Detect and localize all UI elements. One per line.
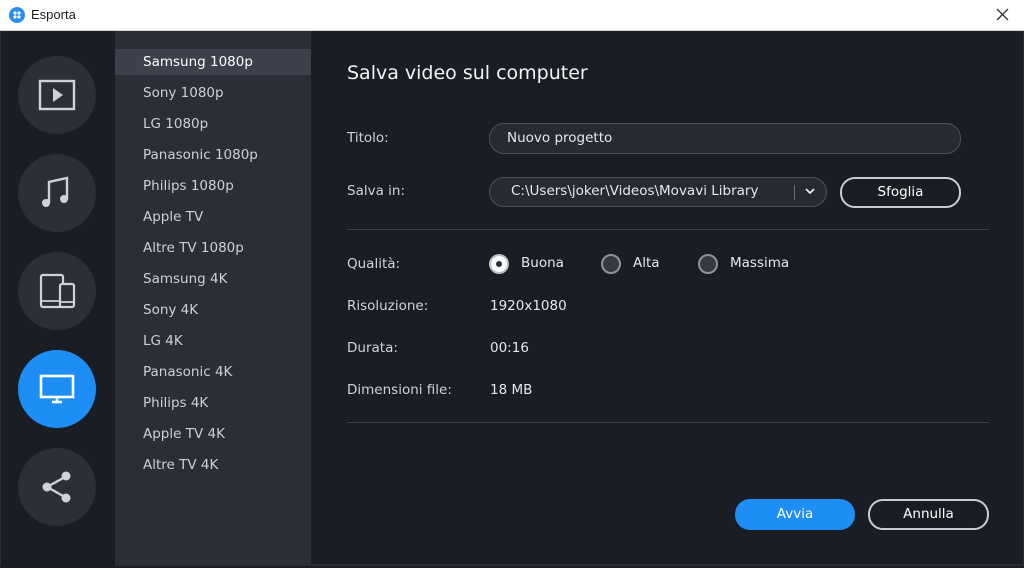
duration-label: Durata:	[347, 340, 398, 356]
save-location-dropdown[interactable]: C:\Users\joker\Videos\Movavi Library	[489, 177, 827, 207]
play-video-icon	[38, 79, 76, 111]
browse-button[interactable]: Sfoglia	[840, 177, 961, 208]
save-path-value: C:\Users\joker\Videos\Movavi Library	[511, 183, 759, 199]
preset-item-altre-tv-4k[interactable]: Altre TV 4K	[115, 452, 311, 478]
filesize-label: Dimensioni file:	[347, 382, 452, 398]
preset-list: Samsung 1080p Sony 1080p LG 1080p Panaso…	[115, 31, 311, 566]
rail-button-audio[interactable]	[18, 154, 96, 232]
save-settings-panel: Salva video sul computer Titolo: Nuovo p…	[311, 31, 1023, 566]
dropdown-separator	[794, 185, 795, 200]
close-window-button[interactable]	[990, 3, 1016, 27]
category-rail	[1, 31, 115, 566]
divider	[347, 422, 989, 423]
preset-item-sony-4k[interactable]: Sony 4K	[115, 297, 311, 323]
rail-button-tv[interactable]	[18, 350, 96, 428]
preset-item-lg-4k[interactable]: LG 4K	[115, 328, 311, 354]
resolution-value: 1920x1080	[490, 298, 567, 314]
rail-button-share[interactable]	[18, 448, 96, 526]
title-bar: Esporta	[0, 0, 1024, 31]
app-logo-icon	[9, 7, 25, 23]
preset-item-panasonic-1080p[interactable]: Panasonic 1080p	[115, 142, 311, 168]
start-button[interactable]: Avvia	[735, 499, 855, 530]
quality-label: Qualità:	[347, 256, 401, 272]
duration-value: 00:16	[490, 340, 529, 356]
preset-item-altre-tv-1080p[interactable]: Altre TV 1080p	[115, 235, 311, 261]
share-icon	[42, 471, 71, 503]
preset-item-philips-4k[interactable]: Philips 4K	[115, 390, 311, 416]
cancel-button[interactable]: Annulla	[868, 499, 989, 530]
quality-option-label: Buona	[521, 255, 564, 271]
preset-item-samsung-4k[interactable]: Samsung 4K	[115, 266, 311, 292]
quality-option-label: Massima	[730, 255, 790, 271]
tablet-phone-icon	[39, 273, 76, 309]
title-input[interactable]: Nuovo progetto	[489, 123, 961, 154]
preset-item-apple-tv[interactable]: Apple TV	[115, 204, 311, 230]
radio-circle	[489, 254, 509, 274]
preset-item-sony-1080p[interactable]: Sony 1080p	[115, 80, 311, 106]
monitor-icon	[39, 374, 75, 404]
preset-item-panasonic-4k[interactable]: Panasonic 4K	[115, 359, 311, 385]
window-title: Esporta	[31, 7, 76, 22]
export-dialog: Samsung 1080p Sony 1080p LG 1080p Panaso…	[0, 31, 1024, 566]
filesize-value: 18 MB	[490, 382, 533, 398]
page-title: Salva video sul computer	[347, 62, 588, 84]
quality-option-label: Alta	[633, 255, 660, 271]
preset-item-apple-tv-4k[interactable]: Apple TV 4K	[115, 421, 311, 447]
preset-item-samsung-1080p[interactable]: Samsung 1080p	[115, 49, 311, 75]
music-note-icon	[42, 176, 69, 207]
preset-item-philips-1080p[interactable]: Philips 1080p	[115, 173, 311, 199]
chevron-down-icon	[805, 188, 815, 195]
preset-item-lg-1080p[interactable]: LG 1080p	[115, 111, 311, 137]
rail-button-devices[interactable]	[18, 252, 96, 330]
rail-button-video[interactable]	[18, 56, 96, 134]
resolution-label: Risoluzione:	[347, 298, 429, 314]
close-icon	[996, 8, 1009, 21]
title-label: Titolo:	[347, 130, 389, 146]
save-location-label: Salva in:	[347, 183, 406, 199]
divider	[347, 229, 989, 230]
radio-circle	[698, 254, 718, 274]
radio-circle	[601, 254, 621, 274]
